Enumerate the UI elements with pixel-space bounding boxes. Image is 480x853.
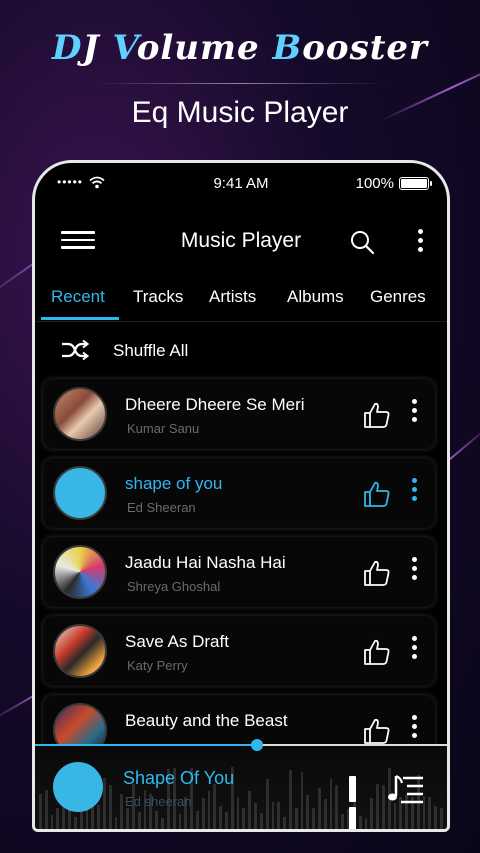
promo-title: DJ Volume Booster <box>0 28 480 68</box>
tab-bar: Recent Tracks Artists Albums Genres <box>35 283 447 320</box>
now-playing-album-art <box>53 762 103 812</box>
promo-title-part: D <box>52 28 83 68</box>
song-title: Save As Draft <box>125 632 229 651</box>
tab-tracks[interactable]: Tracks <box>133 287 183 307</box>
battery-icon <box>399 177 432 190</box>
more-vertical-icon[interactable] <box>409 399 419 429</box>
tab-active-indicator <box>41 317 119 320</box>
phone-frame: ••••• 9:41 AM 100% Music Player Recent T… <box>32 160 450 832</box>
thumbs-up-icon[interactable] <box>363 638 391 666</box>
promo-subtitle: Eq Music Player <box>131 96 349 129</box>
album-art <box>53 466 107 520</box>
promo-title-part: ooster <box>302 28 428 68</box>
tab-recent[interactable]: Recent <box>51 287 105 307</box>
battery-fill <box>401 179 427 188</box>
song-artist: Ed Sheeran <box>127 500 196 515</box>
album-art <box>53 387 107 441</box>
tab-genres[interactable]: Genres <box>370 287 426 307</box>
thumbs-up-icon[interactable] <box>363 717 391 745</box>
promo-title-part: olume <box>136 28 273 68</box>
thumbs-up-icon[interactable] <box>363 559 391 587</box>
song-artist: Katy Perry <box>127 658 188 673</box>
status-right: 100% <box>355 175 432 192</box>
song-row[interactable]: Save As Draft Katy Perry <box>43 616 435 686</box>
promo-divider <box>95 83 385 84</box>
search-icon[interactable] <box>349 229 375 255</box>
shuffle-icon <box>62 339 89 361</box>
tabs-divider <box>35 321 447 322</box>
album-art <box>53 624 107 678</box>
tab-artists[interactable]: Artists <box>209 287 256 307</box>
song-title: Jaadu Hai Nasha Hai <box>125 553 286 572</box>
promo-title-part: J <box>82 28 113 68</box>
song-row[interactable]: shape of you Ed Sheeran <box>43 458 435 528</box>
now-playing-artist: Ed sheeran <box>125 794 192 809</box>
queue-music-icon[interactable] <box>387 772 425 806</box>
more-vertical-icon[interactable] <box>415 229 425 257</box>
shuffle-all-label: Shuffle All <box>113 341 189 360</box>
thumbs-up-icon[interactable] <box>363 480 391 508</box>
progress-fill <box>35 744 258 746</box>
now-playing-title: Shape Of You <box>123 768 235 788</box>
status-bar: ••••• 9:41 AM 100% <box>35 163 447 203</box>
mini-player[interactable]: Shape Of You Ed sheeran <box>35 739 447 829</box>
album-art <box>53 545 107 599</box>
song-row[interactable]: Jaadu Hai Nasha Hai Shreya Ghoshal <box>43 537 435 607</box>
more-vertical-icon[interactable] <box>409 715 419 745</box>
song-title: Dheere Dheere Se Meri <box>125 395 305 414</box>
promo-title-part: B <box>272 28 303 68</box>
pause-icon[interactable] <box>349 776 369 829</box>
song-title: Beauty and the Beast <box>125 711 288 730</box>
battery-percent: 100% <box>355 175 394 192</box>
more-vertical-icon[interactable] <box>409 557 419 587</box>
tab-albums[interactable]: Albums <box>287 287 344 307</box>
promo-title-part: V <box>112 28 137 68</box>
progress-bar[interactable] <box>35 739 447 751</box>
thumbs-up-icon[interactable] <box>363 401 391 429</box>
song-row[interactable]: Dheere Dheere Se Meri Kumar Sanu <box>43 379 435 449</box>
more-vertical-icon[interactable] <box>409 636 419 666</box>
progress-knob[interactable] <box>251 739 264 751</box>
song-artist: Kumar Sanu <box>127 421 200 436</box>
shuffle-all-button[interactable]: Shuffle All <box>35 335 447 365</box>
app-title: Music Player <box>180 229 302 252</box>
app-bar: Music Player <box>35 215 447 263</box>
song-artist: Shreya Ghoshal <box>127 579 221 594</box>
song-title: shape of you <box>125 474 223 493</box>
more-vertical-icon[interactable] <box>409 478 419 508</box>
